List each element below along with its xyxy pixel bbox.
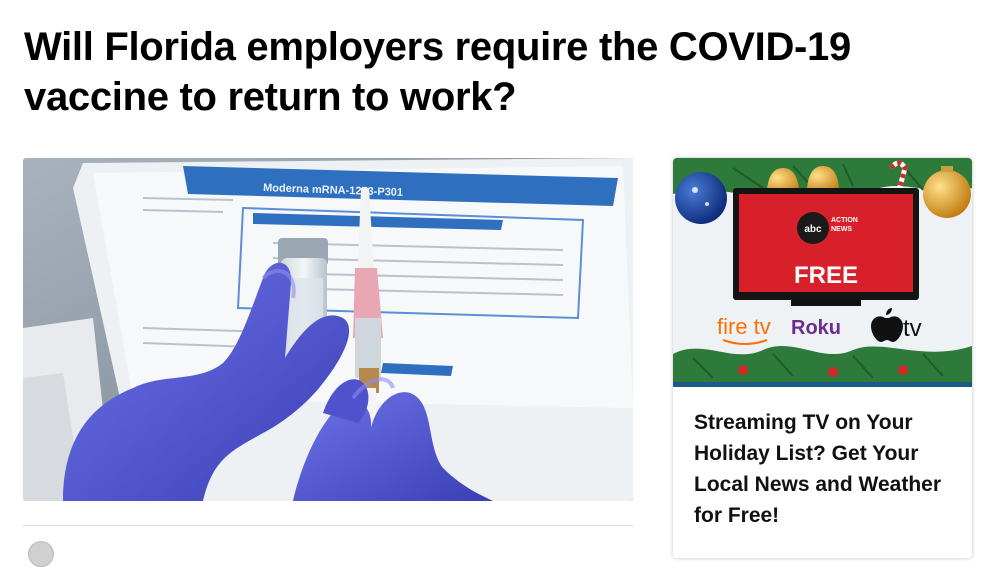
article-headline: Will Florida employers require the COVID… xyxy=(24,25,851,119)
article-divider xyxy=(23,525,633,526)
news-logo-text: NEWS xyxy=(831,226,852,233)
apple-tv-logo: tv xyxy=(903,315,922,342)
promo-image[interactable]: abc ACTION NEWS FREE fire tv Roku tv xyxy=(673,158,972,382)
fire-tv-logo: fire tv xyxy=(717,314,771,339)
promo-headline-link[interactable]: Streaming TV on Your Holiday List? Get Y… xyxy=(673,387,972,531)
holiday-tv-illustration: abc ACTION NEWS FREE fire tv Roku tv xyxy=(673,158,972,382)
abc-logo-text: abc xyxy=(804,224,822,235)
author-avatar[interactable] xyxy=(28,541,54,567)
action-logo-text: ACTION xyxy=(831,217,858,224)
streaming-promo-card[interactable]: abc ACTION NEWS FREE fire tv Roku tv Str… xyxy=(673,158,972,558)
vaccine-photo: Moderna mRNA-1273-P301 xyxy=(23,158,633,501)
roku-logo: Roku xyxy=(791,317,841,339)
free-label: FREE xyxy=(794,262,858,289)
article-hero-image[interactable]: Moderna mRNA-1273-P301 xyxy=(23,158,633,501)
